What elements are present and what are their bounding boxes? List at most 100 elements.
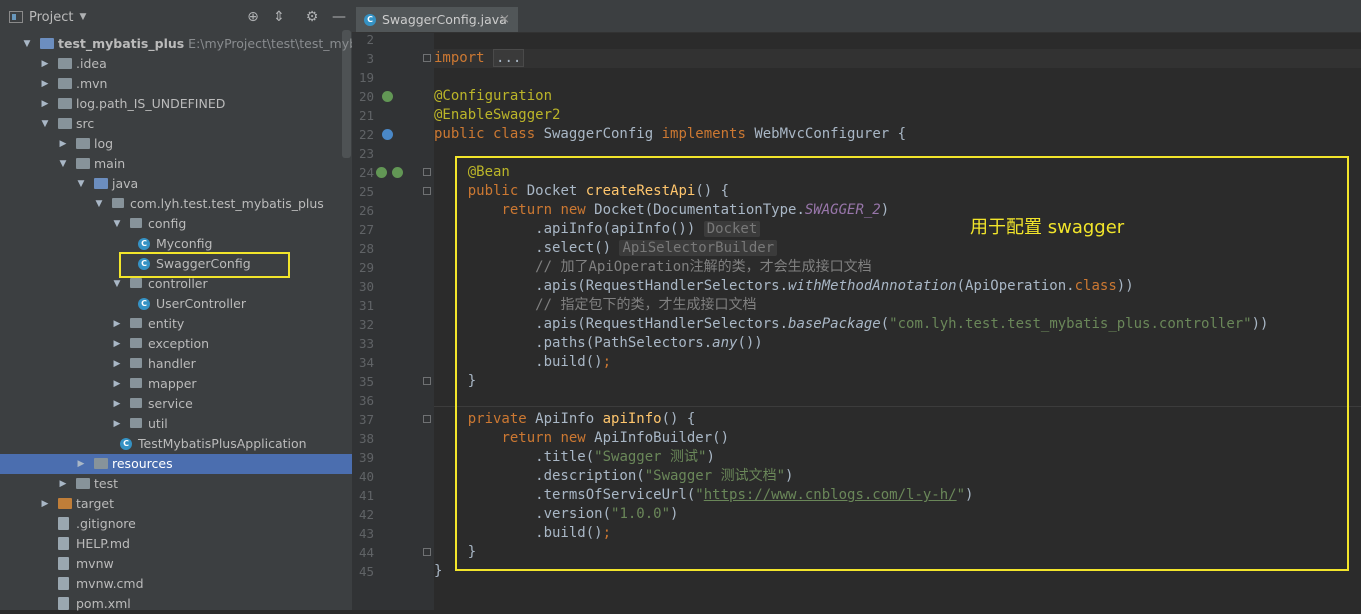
tree-item-label: resources	[112, 454, 173, 474]
file-icon	[58, 537, 69, 550]
tree-item-target[interactable]: ▶ target	[0, 494, 352, 514]
chevron-down-icon[interactable]: ▼	[40, 114, 50, 134]
chevron-down-icon[interactable]: ▼	[76, 174, 86, 194]
fold-marker-icon[interactable]	[423, 54, 431, 62]
tree-item-com-lyh-test-test-mybatis-plus[interactable]: ▼ com.lyh.test.test_mybatis_plus	[0, 194, 352, 214]
tree-item-test[interactable]: ▶ test	[0, 474, 352, 494]
tree-item-util[interactable]: ▶ util	[0, 414, 352, 434]
fold-marker-icon[interactable]	[423, 548, 431, 556]
tree-item-text: .idea	[76, 56, 107, 71]
tree-item-idea[interactable]: ▶ .idea	[0, 54, 352, 74]
tree-item-service[interactable]: ▶ service	[0, 394, 352, 414]
chevron-down-icon[interactable]: ▼	[112, 214, 122, 234]
project-panel-header: Project ▼ ⊕ ⇕ ⚙ —	[0, 4, 352, 30]
class-icon: C	[120, 438, 132, 450]
package-icon	[130, 278, 142, 288]
chevron-down-icon[interactable]: ▼	[22, 34, 32, 54]
code-line[interactable]: import ...	[434, 49, 525, 68]
tree-item-entity[interactable]: ▶ entity	[0, 314, 352, 334]
spring-bean-icon[interactable]	[376, 167, 387, 178]
line-number: 26	[358, 203, 374, 218]
tree-item-mvnw-cmd[interactable]: mvnw.cmd	[0, 574, 352, 594]
tree-item-text: log	[94, 136, 114, 151]
chevron-right-icon[interactable]: ▶	[112, 414, 122, 434]
chevron-down-icon[interactable]: ▼	[79, 12, 86, 22]
tree-item-exception[interactable]: ▶ exception	[0, 334, 352, 354]
tree-item-text: UserController	[156, 296, 246, 311]
chevron-right-icon[interactable]: ▶	[40, 74, 50, 94]
tab-swaggerconfig[interactable]: C SwaggerConfig.java ×	[356, 7, 518, 32]
tree-item-handler[interactable]: ▶ handler	[0, 354, 352, 374]
tree-item-usercontroller[interactable]: C UserController	[0, 294, 352, 314]
chevron-right-icon[interactable]: ▶	[112, 334, 122, 354]
tree-item-config[interactable]: ▼ config	[0, 214, 352, 234]
tree-item-gitignore[interactable]: .gitignore	[0, 514, 352, 534]
line-number: 19	[358, 70, 374, 85]
chevron-down-icon[interactable]: ▼	[58, 154, 68, 174]
chevron-right-icon[interactable]: ▶	[112, 354, 122, 374]
tree-item-pom-xml[interactable]: pom.xml	[0, 594, 352, 614]
chevron-right-icon[interactable]: ▶	[112, 374, 122, 394]
chevron-right-icon[interactable]: ▶	[76, 454, 86, 474]
file-icon	[58, 577, 69, 590]
fold-marker-icon[interactable]	[423, 415, 431, 423]
tree-item-java[interactable]: ▼ java	[0, 174, 352, 194]
tree-item-label: target	[76, 494, 114, 514]
file-icon	[58, 557, 69, 570]
gear-icon[interactable]: ⚙	[304, 9, 320, 25]
tree-highlight-box	[119, 252, 290, 278]
chevron-right-icon[interactable]: ▶	[40, 494, 50, 514]
tree-item-log-path-is-undefined[interactable]: ▶ log.path_IS_UNDEFINED	[0, 94, 352, 114]
code-line[interactable]: @EnableSwagger2	[434, 106, 560, 125]
tree-item-src[interactable]: ▼ src	[0, 114, 352, 134]
fold-marker-icon[interactable]	[423, 187, 431, 195]
project-panel-title[interactable]: Project	[29, 10, 73, 25]
package-icon	[130, 418, 142, 428]
crosshair-icon[interactable]: ⊕	[245, 9, 261, 25]
tree-item-label: mvnw	[76, 554, 114, 574]
spring-bean-icon[interactable]	[392, 167, 403, 178]
code-line[interactable]: @Configuration	[434, 87, 552, 106]
chevron-right-icon[interactable]: ▶	[112, 314, 122, 334]
close-icon[interactable]: ×	[499, 12, 510, 27]
fold-marker-icon[interactable]	[423, 377, 431, 385]
chevron-right-icon[interactable]: ▶	[112, 394, 122, 414]
tree-item-text: handler	[148, 356, 196, 371]
tree-item-text: .gitignore	[76, 516, 136, 531]
tree-item-testmybatisplusapplication[interactable]: C TestMybatisPlusApplication	[0, 434, 352, 454]
spring-bean-icon[interactable]	[382, 91, 393, 102]
folder-icon	[94, 178, 108, 189]
chevron-right-icon[interactable]: ▶	[58, 134, 68, 154]
tree-item-help-md[interactable]: HELP.md	[0, 534, 352, 554]
chevron-right-icon[interactable]: ▶	[40, 94, 50, 114]
tree-item-main[interactable]: ▼ main	[0, 154, 352, 174]
package-icon	[130, 378, 142, 388]
line-number: 39	[358, 450, 374, 465]
collapse-icon[interactable]: ⇕	[271, 9, 287, 25]
tree-item-resources[interactable]: ▶ resources	[0, 454, 352, 474]
tree-item-text: resources	[112, 456, 173, 471]
folder-icon	[76, 478, 90, 489]
fold-marker-icon[interactable]	[423, 168, 431, 176]
chevron-right-icon[interactable]: ▶	[40, 54, 50, 74]
tree-item-mvnw[interactable]: mvnw	[0, 554, 352, 574]
tree-item-log[interactable]: ▶ log	[0, 134, 352, 154]
tree-item-test-mybatis-plus[interactable]: ▼ test_mybatis_plus E:\myProject\test\tes…	[0, 34, 406, 54]
file-icon	[58, 517, 69, 530]
tree-item-myconfig[interactable]: C Myconfig	[0, 234, 352, 254]
tree-item-mapper[interactable]: ▶ mapper	[0, 374, 352, 394]
tree-item-mvn[interactable]: ▶ .mvn	[0, 74, 352, 94]
code-highlight-box	[455, 156, 1349, 571]
minimize-icon[interactable]: —	[331, 9, 347, 25]
spring-config-icon[interactable]	[382, 129, 393, 140]
package-icon	[130, 338, 142, 348]
chevron-down-icon[interactable]: ▼	[94, 194, 104, 214]
tree-item-text: main	[94, 156, 126, 171]
folder-icon	[76, 158, 90, 169]
chevron-right-icon[interactable]: ▶	[58, 474, 68, 494]
code-line[interactable]: public class SwaggerConfig implements We…	[434, 125, 906, 144]
code-line[interactable]: }	[434, 562, 442, 581]
line-number: 40	[358, 469, 374, 484]
tab-label: SwaggerConfig.java	[382, 12, 507, 27]
tree-item-label: pom.xml	[76, 594, 131, 614]
